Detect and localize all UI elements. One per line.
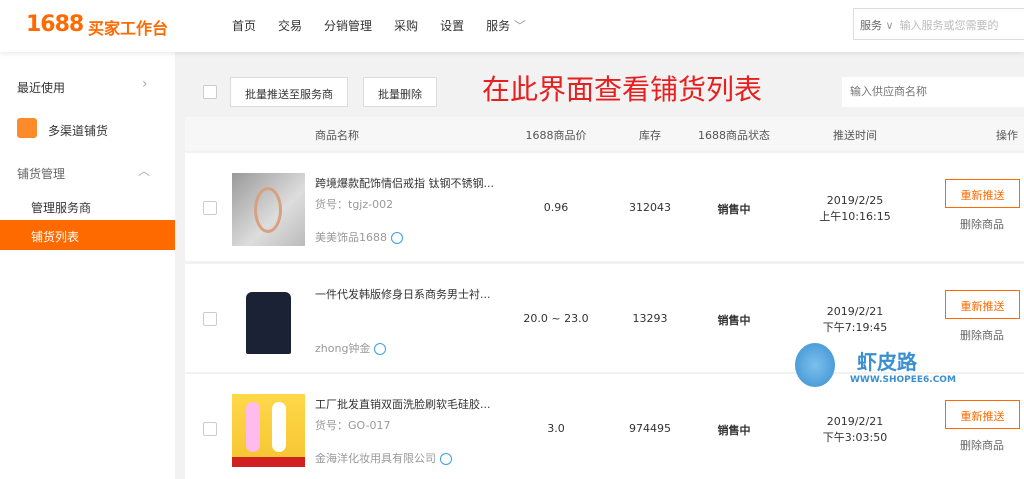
service-search-input[interactable]: 输入服务或您需要的: [900, 19, 999, 32]
shop-name-text: zhong钟金: [315, 342, 371, 355]
stock: 13293: [632, 312, 668, 325]
push-clock: 上午10:16:15: [819, 210, 891, 223]
batch-push-button[interactable]: 批量推送至服务商: [230, 77, 348, 107]
nav-trade[interactable]: 交易: [278, 17, 302, 34]
product-image-shirt[interactable]: [232, 284, 305, 357]
select-all-checkbox[interactable]: [203, 85, 217, 99]
push-time: 2019/2/21 下午3:03:50: [823, 414, 887, 446]
watermark-url: WWW.SHOPEE6.COM: [850, 375, 956, 385]
push-date: 2019/2/25: [826, 194, 884, 207]
row-checkbox[interactable]: [203, 201, 217, 215]
product-title[interactable]: 一件代发韩版修身日系商务男士衬...: [315, 286, 491, 302]
logo[interactable]: 1688: [26, 12, 84, 37]
repush-button[interactable]: 重新推送: [945, 400, 1020, 429]
delete-product-link[interactable]: 删除商品: [960, 216, 1004, 232]
push-date: 2019/2/21: [826, 415, 884, 428]
status: 销售中: [717, 203, 751, 216]
nav-distribution[interactable]: 分销管理: [324, 17, 372, 34]
repush-button[interactable]: 重新推送: [945, 290, 1020, 319]
chat-icon[interactable]: [440, 453, 452, 465]
nav-service-label: 服务: [486, 19, 511, 33]
nav-purchase[interactable]: 采购: [394, 17, 418, 34]
chevron-up-icon[interactable]: ︿: [138, 162, 150, 179]
stock: 312043: [629, 201, 671, 214]
row-checkbox[interactable]: [203, 422, 217, 436]
push-date: 2019/2/21: [826, 305, 884, 318]
product-title[interactable]: 工厂批发直销双面洗脸刷软毛硅胶...: [315, 396, 491, 412]
col-price: 1688商品价: [525, 129, 587, 142]
shop-name[interactable]: 美美饰品1688: [315, 229, 403, 245]
sidebar-item-distribution-list[interactable]: 铺货列表: [0, 220, 175, 250]
row-checkbox[interactable]: [203, 312, 217, 326]
push-time: 2019/2/25 上午10:16:15: [819, 193, 890, 225]
sidebar: 最近使用 › 多渠道铺货 铺货管理 ︿ 管理服务商 铺货列表: [0, 52, 175, 479]
product-image-face-brush[interactable]: [232, 394, 305, 467]
chat-icon[interactable]: [374, 343, 387, 355]
logo-subtitle: 买家工作台: [88, 19, 169, 38]
price: 0.96: [543, 201, 569, 214]
shop-name-text: 美美饰品1688: [315, 231, 387, 244]
main-nav: 首页 交易 分销管理 采购 设置 服务 ﹀: [232, 17, 526, 34]
price: 3.0: [547, 422, 565, 435]
product-title[interactable]: 跨境爆款配饰情侣戒指 钛钢不锈钢...: [315, 175, 494, 191]
col-status: 1688商品状态: [698, 129, 770, 142]
chevron-down-icon: ﹀: [513, 19, 526, 33]
sidebar-item-providers[interactable]: 管理服务商: [31, 199, 91, 216]
col-name: 商品名称: [315, 129, 359, 142]
shop-name-text: 金海洋化妆用具有限公司: [315, 452, 436, 465]
annotation-text: 在此界面查看铺货列表: [482, 73, 763, 106]
sidebar-group-distribution[interactable]: 铺货管理: [17, 165, 65, 182]
push-clock: 下午7:19:45: [822, 321, 888, 334]
sidebar-multichannel[interactable]: 多渠道铺货: [48, 122, 108, 139]
status: 销售中: [717, 424, 751, 437]
shop-name[interactable]: 金海洋化妆用具有限公司: [315, 450, 452, 466]
nav-settings[interactable]: 设置: [440, 17, 464, 34]
delete-product-link[interactable]: 删除商品: [960, 327, 1004, 343]
price: 20.0 ~ 23.0: [523, 312, 589, 325]
watermark-name: 虾皮路: [857, 350, 917, 374]
push-clock: 下午3:03:50: [822, 431, 888, 444]
table-row: 跨境爆款配饰情侣戒指 钛钢不锈钢... 货号：tgjz-002 美美饰品1688…: [185, 153, 1024, 261]
stock: 974495: [629, 422, 671, 435]
col-stock: 库存: [639, 129, 661, 142]
repush-button[interactable]: 重新推送: [945, 179, 1020, 208]
col-actions: 操作: [996, 129, 1018, 142]
sidebar-recent[interactable]: 最近使用: [17, 79, 65, 96]
multichannel-icon: [17, 118, 37, 138]
top-header: 1688 买家工作台 首页 交易 分销管理 采购 设置 服务 ﹀ 服务 ∨ 输入服…: [0, 0, 1024, 52]
product-sku: 货号：tgjz-002: [315, 198, 394, 211]
chevron-down-icon: ∨: [885, 19, 894, 32]
supplier-search-input[interactable]: [842, 77, 1024, 107]
table-row: 工厂批发直销双面洗脸刷软毛硅胶... 货号：GO-017 金海洋化妆用具有限公司…: [185, 374, 1024, 479]
status: 销售中: [717, 314, 751, 327]
col-push-time: 推送时间: [833, 129, 877, 142]
product-image-ring[interactable]: [232, 173, 305, 246]
table-header: 商品名称 1688商品价 库存 1688商品状态 推送时间 操作: [185, 117, 1024, 151]
product-sku: 货号：GO-017: [315, 419, 391, 432]
chat-icon[interactable]: [391, 232, 403, 244]
nav-service[interactable]: 服务 ﹀: [486, 17, 526, 34]
nav-home[interactable]: 首页: [232, 17, 256, 34]
dragon-logo-icon: [795, 343, 835, 387]
push-time: 2019/2/21 下午7:19:45: [823, 304, 887, 336]
service-search[interactable]: 服务 ∨ 输入服务或您需要的: [853, 8, 1024, 40]
chevron-right-icon[interactable]: ›: [142, 76, 148, 92]
shop-name[interactable]: zhong钟金: [315, 340, 387, 356]
batch-delete-button[interactable]: 批量删除: [363, 77, 437, 107]
delete-product-link[interactable]: 删除商品: [960, 437, 1004, 453]
service-select[interactable]: 服务: [860, 19, 882, 32]
